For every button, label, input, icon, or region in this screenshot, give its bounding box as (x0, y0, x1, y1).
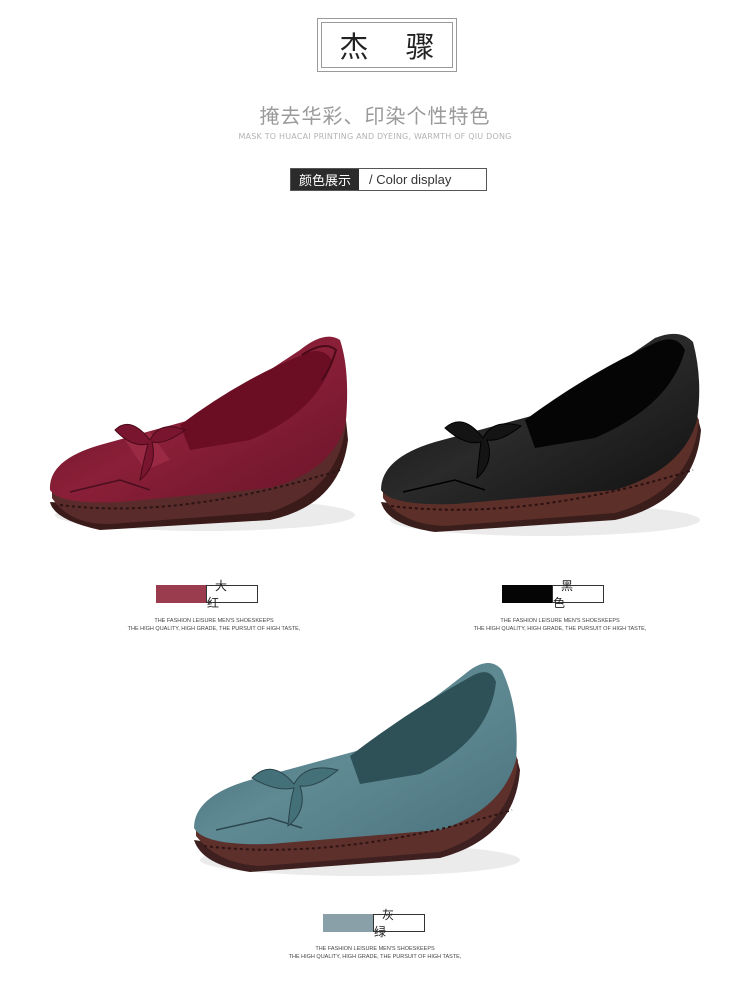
color-name-label: 大 红 (206, 579, 258, 610)
slogan-english: MASK TO HUACAI PRINTING AND DYEING, WARM… (238, 132, 512, 141)
red-color-swatch (156, 585, 206, 603)
black-color-swatch (502, 585, 552, 603)
product-image-black-shoe[interactable] (375, 320, 705, 560)
color-option-graygreen[interactable]: 灰 绿 (323, 908, 425, 939)
product-caption: THE FASHION LEISURE MEN'S SHOESKEEPS THE… (114, 617, 314, 633)
brand-name: 杰 骤 (321, 22, 453, 68)
caption-line: THE HIGH QUALITY, HIGH GRADE, THE PURSUI… (288, 954, 462, 960)
slogan-chinese: 掩去华彩、印染个性特色 (259, 104, 491, 128)
product-image-red-shoe[interactable] (40, 320, 360, 560)
caption-line: THE FASHION LEISURE MEN'S SHOESKEEPS (500, 618, 620, 624)
product-caption: THE FASHION LEISURE MEN'S SHOESKEEPS THE… (275, 945, 475, 961)
color-name-label: 黑 色 (552, 579, 604, 610)
brand-logo-box: 杰 骤 (317, 18, 457, 72)
section-title-english: / Color display (369, 172, 452, 187)
product-image-graygreen-shoe[interactable] (190, 650, 530, 900)
caption-line: THE FASHION LEISURE MEN'S SHOESKEEPS (315, 946, 435, 952)
color-option-red[interactable]: 大 红 (156, 579, 258, 610)
color-option-black[interactable]: 黑 色 (502, 579, 604, 610)
section-title-chinese: 颜色展示 (291, 169, 359, 190)
caption-line: THE HIGH QUALITY, HIGH GRADE, THE PURSUI… (473, 626, 647, 632)
caption-line: THE FASHION LEISURE MEN'S SHOESKEEPS (154, 618, 274, 624)
section-title-tag: 颜色展示 / Color display (290, 168, 487, 191)
graygreen-color-swatch (323, 914, 373, 932)
product-caption: THE FASHION LEISURE MEN'S SHOESKEEPS THE… (460, 617, 660, 633)
color-name-label: 灰 绿 (373, 908, 425, 939)
caption-line: THE HIGH QUALITY, HIGH GRADE, THE PURSUI… (127, 626, 301, 632)
